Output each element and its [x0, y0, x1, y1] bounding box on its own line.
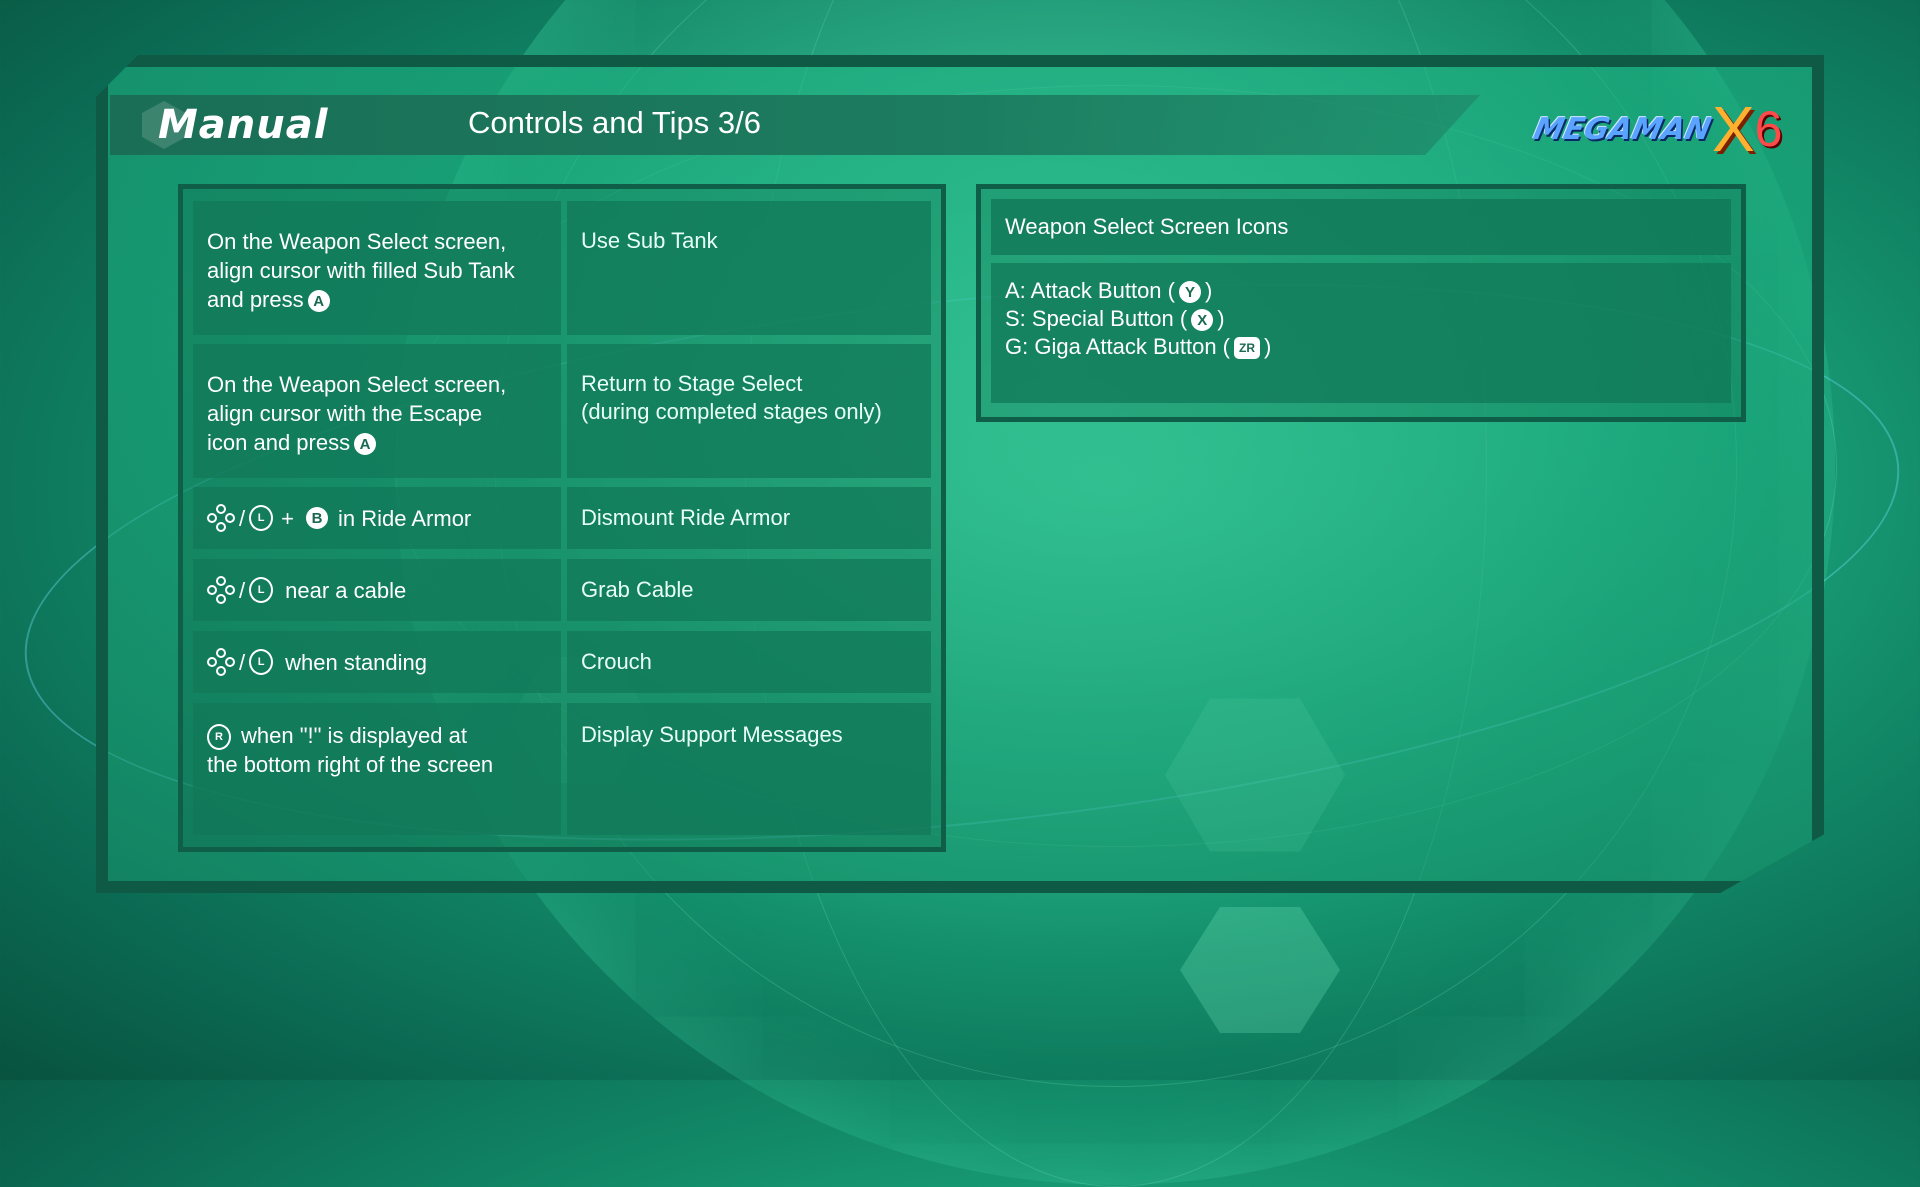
game-logo: MEGAMAN X 6 — [1530, 86, 1786, 172]
control-result: Display Support Messages — [581, 722, 843, 747]
control-input-cell: / L when standing — [193, 631, 561, 693]
x-button-icon: X — [1191, 309, 1214, 332]
control-result: (during completed stages only) — [581, 399, 882, 424]
control-text: On the Weapon Select screen, — [207, 229, 507, 254]
a-button-icon: A — [307, 290, 330, 313]
control-text: and press — [207, 287, 304, 312]
zr-button-icon: ZR — [1234, 337, 1260, 360]
control-result-cell: Use Sub Tank — [567, 201, 931, 335]
control-input-cell: Rwhen "!" is displayed at the bottom rig… — [193, 703, 561, 835]
control-result-cell: Return to Stage Select (during completed… — [567, 344, 931, 478]
control-text: the bottom right of the screen — [207, 752, 494, 778]
item-close: ) — [1264, 334, 1272, 359]
weapon-icons-list: A: Attack Button (Y) S: Special Button (… — [991, 263, 1731, 403]
control-text: On the Weapon Select screen, — [207, 372, 507, 397]
control-result-cell: Grab Cable — [567, 559, 931, 621]
control-text: when "!" is displayed at — [241, 723, 467, 748]
control-input-cell: On the Weapon Select screen, align curso… — [193, 344, 561, 478]
table-row: / L + B in Ride Armor Dismount Ride Armo… — [193, 487, 931, 549]
page-title: Controls and Tips 3/6 — [468, 105, 761, 140]
plus-sign: + — [281, 505, 294, 531]
control-input-cell: On the Weapon Select screen, align curso… — [193, 201, 561, 335]
item-label: G: Giga Attack Button ( — [1005, 334, 1230, 359]
control-text: align cursor with filled Sub Tank — [207, 258, 515, 283]
dpad-icon — [207, 576, 235, 604]
control-result-cell: Display Support Messages — [567, 703, 931, 835]
item-close: ) — [1204, 278, 1213, 303]
manual-badge: Manual — [142, 100, 328, 150]
control-result: Use Sub Tank — [581, 228, 718, 253]
control-result-cell: Dismount Ride Armor — [567, 487, 931, 549]
list-item: A: Attack Button (Y) — [1005, 277, 1717, 305]
item-label: A: Attack Button ( — [1005, 278, 1175, 303]
dpad-icon — [207, 504, 235, 532]
separator: / — [239, 649, 246, 675]
table-row: On the Weapon Select screen, align curso… — [193, 201, 931, 335]
dpad-icon — [207, 648, 235, 676]
logo-x: X — [1711, 93, 1755, 165]
control-input-cell: / L near a cable — [193, 559, 561, 621]
control-result: Crouch — [581, 649, 652, 674]
control-result: Return to Stage Select — [581, 371, 803, 396]
list-item: S: Special Button (X) — [1005, 305, 1717, 333]
table-row: / L near a cable Grab Cable — [193, 559, 931, 621]
weapon-icons-title: Weapon Select Screen Icons — [991, 199, 1731, 255]
control-result: Dismount Ride Armor — [581, 505, 791, 530]
logo-text: MEGAMAN — [1529, 111, 1714, 147]
controls-table: On the Weapon Select screen, align curso… — [178, 184, 946, 852]
control-result-cell: Crouch — [567, 631, 931, 693]
right-stick-icon: R — [207, 724, 231, 751]
left-stick-icon: L — [249, 649, 274, 675]
control-text: near a cable — [285, 577, 407, 603]
table-row: / L when standing Crouch — [193, 631, 931, 693]
left-stick-icon: L — [249, 505, 274, 531]
control-text: align cursor with the Escape — [207, 401, 483, 426]
control-text: icon and press — [207, 430, 351, 455]
list-item: G: Giga Attack Button (ZR) — [1005, 333, 1717, 361]
separator: / — [239, 505, 246, 531]
control-input-cell: / L + B in Ride Armor — [193, 487, 561, 549]
a-button-icon: A — [354, 433, 377, 456]
table-row: On the Weapon Select screen, align curso… — [193, 344, 931, 478]
weapon-icons-panel: Weapon Select Screen Icons A: Attack But… — [976, 184, 1746, 422]
logo-six: 6 — [1754, 101, 1783, 157]
control-text: in Ride Armor — [337, 505, 472, 531]
separator: / — [239, 577, 246, 603]
left-stick-icon: L — [249, 577, 274, 603]
control-result: Grab Cable — [581, 577, 694, 602]
item-close: ) — [1217, 306, 1225, 331]
control-text: when standing — [285, 649, 428, 675]
table-row: Rwhen "!" is displayed at the bottom rig… — [193, 703, 931, 835]
b-button-icon: B — [305, 507, 328, 529]
item-label: S: Special Button ( — [1005, 306, 1188, 331]
y-button-icon: Y — [1178, 281, 1201, 304]
